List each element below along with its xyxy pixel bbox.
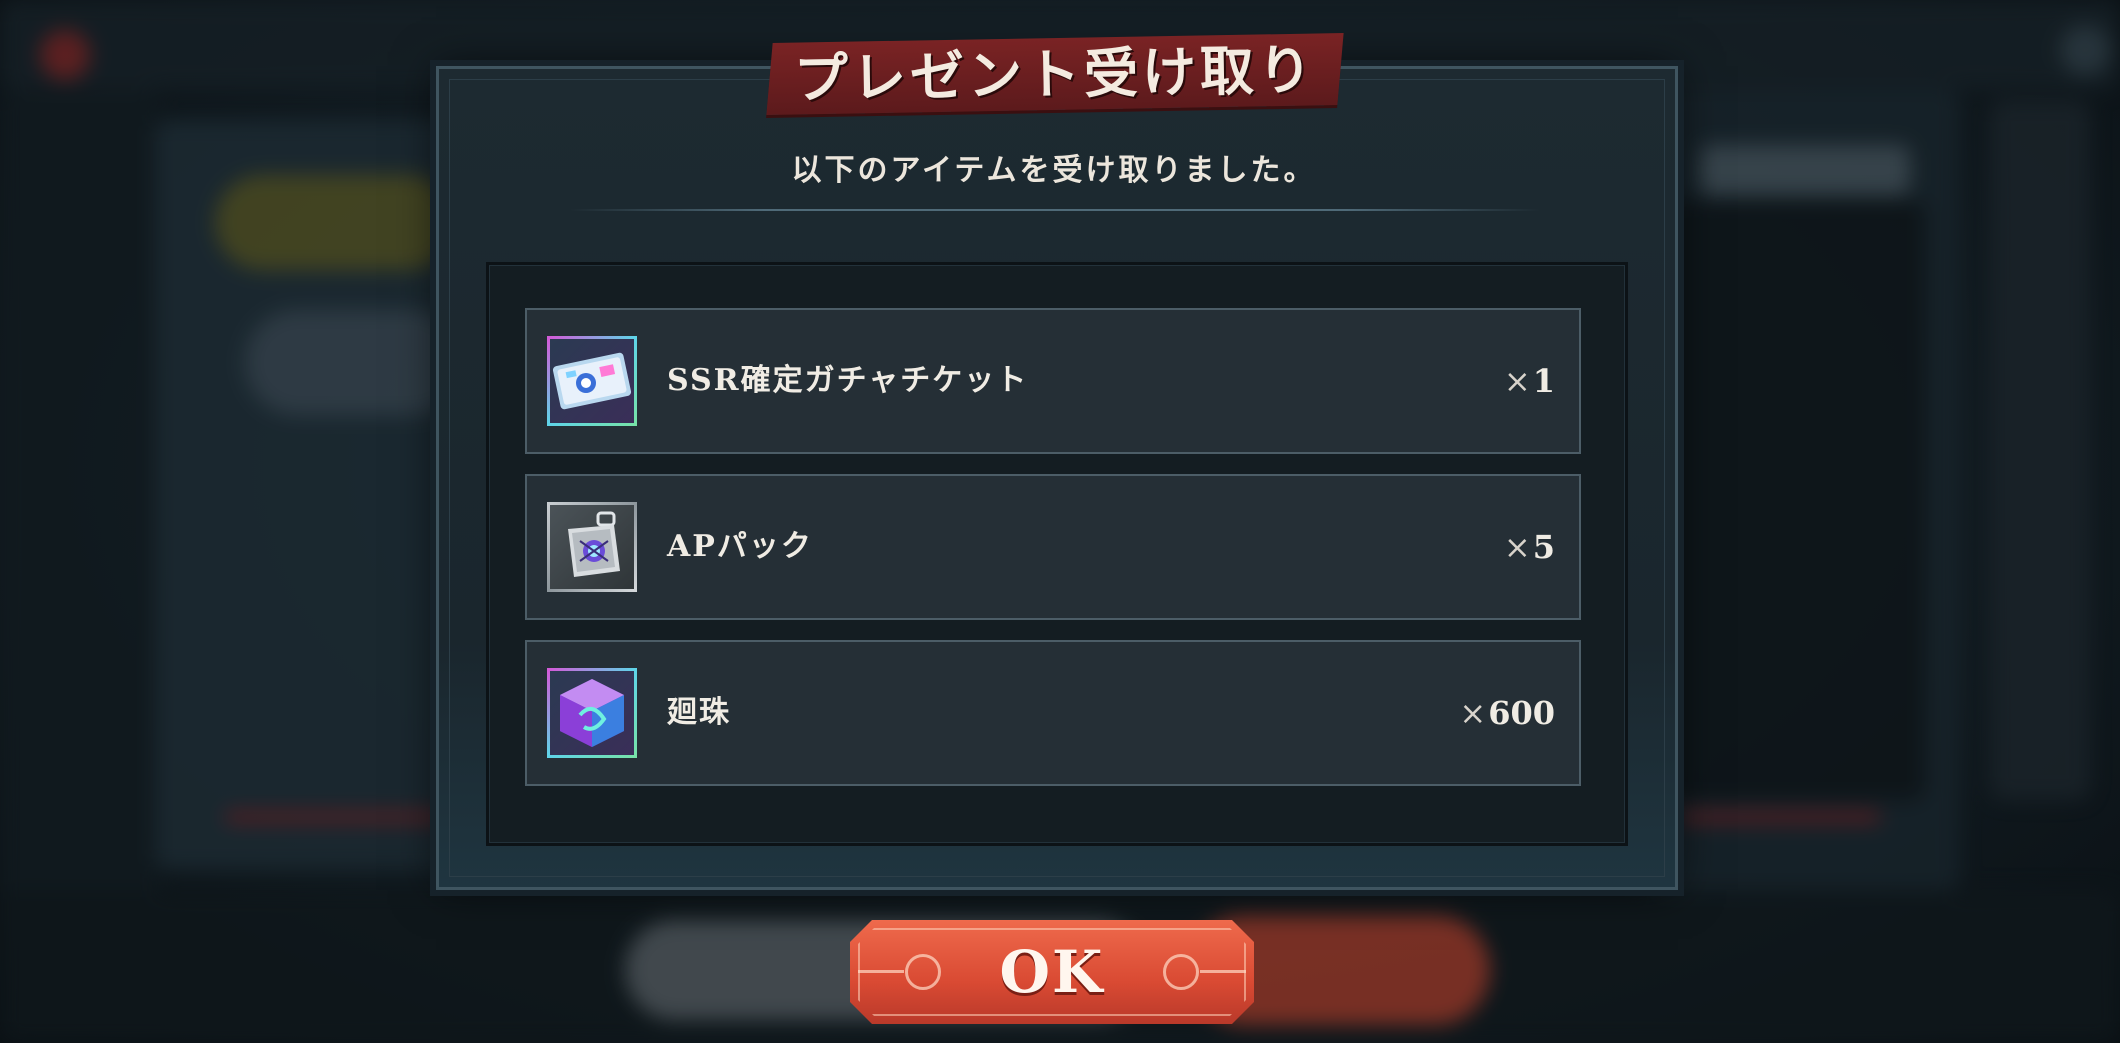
item-name: APパック <box>667 529 813 564</box>
ok-button-label: OK <box>999 938 1105 1006</box>
quantity-value: 600 <box>1488 694 1555 732</box>
bg-right-pill <box>1700 145 1910 195</box>
bg-red-line-left <box>225 812 445 822</box>
divider <box>570 209 1540 211</box>
bg-menu-icon <box>40 30 90 80</box>
bg-grey-button <box>245 310 465 415</box>
bg-yellow-button <box>215 175 455 270</box>
item-row-crystal: 廻珠 ×600 <box>525 640 1581 786</box>
item-row-gacha-ticket: SSR確定ガチャチケット ×1 <box>525 308 1581 454</box>
bg-red-line-right <box>1680 812 1880 822</box>
item-quantity: ×5 <box>1504 476 1555 618</box>
bg-right-box <box>1665 200 1925 800</box>
item-name: SSR確定ガチャチケット <box>667 363 1029 398</box>
item-quantity: ×1 <box>1504 310 1555 452</box>
item-quantity: ×600 <box>1459 642 1555 784</box>
ok-button[interactable]: OK <box>850 920 1254 1024</box>
quantity-prefix: × <box>1503 528 1531 566</box>
dialog-title: プレゼント受け取り <box>793 37 1317 111</box>
bg-left-column <box>0 90 160 990</box>
game-screen: プレゼント受け取り 以下のアイテムを受け取りました。 SSR確定ガチャチケット … <box>0 0 2120 1043</box>
bg-settings-icon <box>2060 25 2110 75</box>
gacha-ticket-icon <box>547 336 637 426</box>
crystal-cube-icon <box>547 668 637 758</box>
quantity-prefix: × <box>1503 362 1531 400</box>
item-name: 廻珠 <box>667 695 731 730</box>
quantity-value: 1 <box>1532 362 1555 400</box>
dialog-message: 以下のアイテムを受け取りました。 <box>791 153 1317 188</box>
ap-pack-icon <box>547 502 637 592</box>
item-row-ap-pack: APパック ×5 <box>525 474 1581 620</box>
bg-far-right-column <box>1990 100 2090 800</box>
quantity-value: 5 <box>1532 528 1555 566</box>
quantity-prefix: × <box>1459 694 1487 732</box>
